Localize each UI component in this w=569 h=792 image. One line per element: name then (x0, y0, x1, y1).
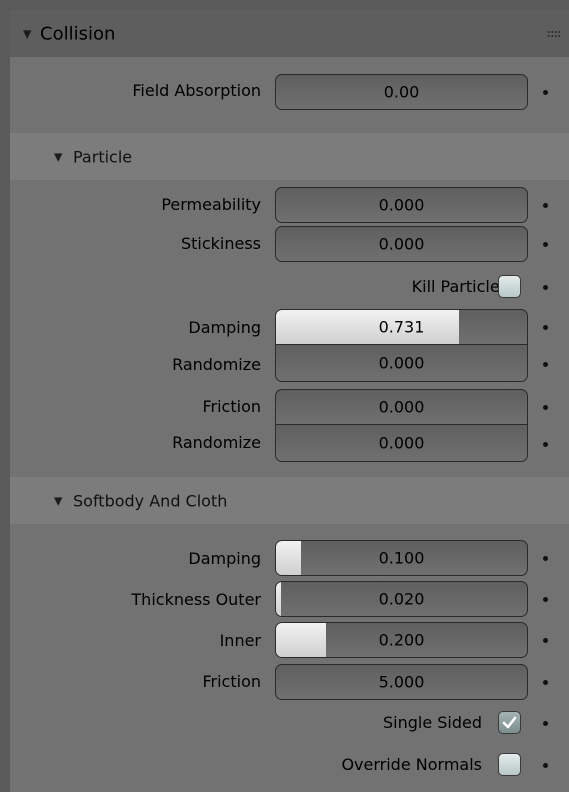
field-absorption-input[interactable]: 0.00 (275, 74, 528, 110)
keyframe-dot-icon[interactable] (543, 242, 548, 247)
keyframe-dot-icon[interactable] (543, 285, 548, 290)
permeability-label: Permeability (161, 195, 261, 214)
collapse-triangle-icon[interactable]: ▼ (54, 150, 62, 163)
softbody-damping-label: Damping (188, 549, 261, 568)
kill-particles-label: Kill Particles (411, 277, 508, 296)
collapse-triangle-icon[interactable]: ▼ (54, 494, 62, 507)
damping-randomize-label: Randomize (172, 355, 261, 374)
stickiness-value: 0.000 (378, 234, 425, 254)
single-sided-label: Single Sided (382, 713, 482, 732)
keyframe-dot-icon[interactable] (543, 680, 548, 685)
particle-friction-input[interactable]: 0.000 (275, 389, 528, 425)
stickiness-label: Stickiness (180, 234, 261, 253)
softbody-friction-value: 5.000 (378, 672, 425, 692)
permeability-input[interactable]: 0.000 (275, 187, 528, 223)
keyframe-dot-icon[interactable] (543, 405, 548, 410)
softbody-friction-input[interactable]: 5.000 (275, 664, 528, 700)
particle-friction-label: Friction (202, 397, 261, 416)
thickness-outer-slider[interactable]: 0.020 (275, 581, 528, 617)
permeability-value: 0.000 (378, 195, 425, 215)
friction-randomize-label: Randomize (172, 433, 261, 452)
checkmark-icon (502, 716, 517, 729)
keyframe-dot-icon[interactable] (543, 556, 548, 561)
damping-randomize-input[interactable]: 0.000 (275, 345, 528, 382)
single-sided-checkbox[interactable] (498, 711, 521, 734)
keyframe-dot-icon[interactable] (543, 763, 548, 768)
keyframe-dot-icon[interactable] (543, 203, 548, 208)
softbody-damping-value: 0.100 (378, 548, 425, 568)
stickiness-input[interactable]: 0.000 (275, 226, 528, 262)
particle-damping-slider[interactable]: 0.731 (275, 309, 528, 345)
thickness-inner-slider[interactable]: 0.200 (275, 622, 528, 658)
drag-grip-icon[interactable] (547, 29, 561, 38)
panel-title: Collision (40, 23, 116, 44)
keyframe-dot-icon[interactable] (543, 721, 548, 726)
field-absorption-value: 0.00 (383, 82, 420, 102)
override-normals-label: Override Normals (341, 755, 482, 774)
thickness-outer-label: Thickness Outer (131, 590, 261, 609)
override-normals-checkbox[interactable] (498, 753, 521, 776)
friction-randomize-input[interactable]: 0.000 (275, 425, 528, 462)
collision-panel-header[interactable]: ▼ Collision (10, 10, 569, 57)
thickness-outer-value: 0.020 (378, 589, 425, 609)
keyframe-dot-icon[interactable] (543, 362, 548, 367)
thickness-inner-value: 0.200 (378, 630, 425, 650)
particle-subpanel-title: Particle (73, 147, 133, 166)
field-absorption-label: Field Absorption (132, 81, 261, 100)
keyframe-dot-icon[interactable] (543, 638, 548, 643)
damping-randomize-value: 0.000 (378, 353, 425, 373)
keyframe-dot-icon[interactable] (543, 442, 548, 447)
friction-randomize-value: 0.000 (378, 433, 425, 453)
softbody-subpanel-title: Softbody And Cloth (73, 491, 228, 510)
keyframe-dot-icon[interactable] (543, 90, 548, 95)
collision-panel: ▼ Collision Field Absorption 0.00 ▼ Part… (10, 10, 569, 792)
thickness-inner-label: Inner (219, 631, 261, 650)
particle-damping-label: Damping (188, 318, 261, 337)
softbody-subpanel-header[interactable]: ▼ Softbody And Cloth (10, 477, 569, 524)
collapse-triangle-icon[interactable]: ▼ (23, 27, 31, 40)
kill-particles-checkbox[interactable] (498, 275, 521, 298)
softbody-damping-slider[interactable]: 0.100 (275, 540, 528, 576)
softbody-friction-label: Friction (202, 672, 261, 691)
particle-friction-value: 0.000 (378, 397, 425, 417)
particle-damping-value: 0.731 (378, 317, 425, 337)
keyframe-dot-icon[interactable] (543, 325, 548, 330)
keyframe-dot-icon[interactable] (543, 597, 548, 602)
particle-subpanel-header[interactable]: ▼ Particle (10, 133, 569, 180)
